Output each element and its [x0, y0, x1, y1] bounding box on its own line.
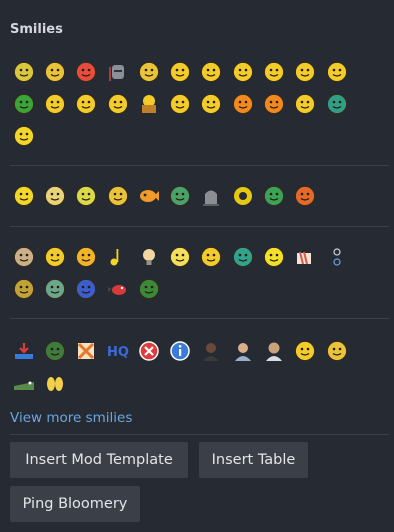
elf-smiley-icon[interactable]	[8, 273, 39, 305]
person-old-smiley-icon[interactable]	[258, 335, 289, 367]
happy-smiley-icon[interactable]	[102, 88, 133, 120]
smilies-group-1	[8, 56, 378, 152]
svg-text:HQ: HQ	[107, 345, 129, 360]
arm-smiley-icon[interactable]	[290, 241, 321, 273]
graduate-smiley-icon[interactable]	[133, 56, 164, 88]
fish-smiley-icon[interactable]	[133, 180, 164, 212]
insert-mod-template-button[interactable]: Insert Mod Template	[10, 442, 188, 478]
pirate-smiley-icon[interactable]	[290, 180, 321, 212]
smile-wide-smiley-icon[interactable]	[164, 241, 195, 273]
bird-yellow-smiley-icon[interactable]	[321, 335, 352, 367]
knight-smiley-icon[interactable]	[102, 56, 133, 88]
tombstone-smiley-icon[interactable]	[196, 180, 227, 212]
goblin-smiley-icon[interactable]	[39, 335, 70, 367]
nerd-shades-smiley-icon[interactable]	[102, 180, 133, 212]
info-smiley-icon[interactable]	[164, 335, 195, 367]
smilies-row	[8, 56, 378, 88]
grin-smiley-icon[interactable]	[39, 88, 70, 120]
red-bird-smiley-icon[interactable]	[102, 273, 133, 305]
teal-face-smiley-icon[interactable]	[227, 241, 258, 273]
divider	[10, 165, 389, 166]
green-face-smiley-icon[interactable]	[133, 273, 164, 305]
smilies-row	[8, 180, 378, 212]
sad-smiley-icon[interactable]	[71, 88, 102, 120]
smilies-row	[8, 88, 378, 120]
teeth-smiley-icon[interactable]	[321, 88, 352, 120]
crocodile-smiley-icon[interactable]	[8, 367, 39, 399]
blush-smiley-icon[interactable]	[290, 335, 321, 367]
blob-smiley-icon[interactable]	[39, 273, 70, 305]
unsure-smiley-icon[interactable]	[196, 88, 227, 120]
confused-smiley-icon[interactable]	[196, 56, 227, 88]
person-fair-smiley-icon[interactable]	[227, 335, 258, 367]
donut-smiley-icon[interactable]	[227, 180, 258, 212]
smilies-row: HQ	[8, 335, 378, 367]
smilies-heading: Smilies	[10, 22, 63, 37]
sleepy-smiley-icon[interactable]	[39, 56, 70, 88]
smilies-group-3	[8, 241, 378, 305]
smilies-row	[8, 241, 378, 273]
smirk-smiley-icon[interactable]	[196, 241, 227, 273]
chick-smiley-icon[interactable]	[258, 241, 289, 273]
worried-smiley-icon[interactable]	[164, 88, 195, 120]
spark-smiley-icon[interactable]	[321, 241, 352, 273]
tongue-smiley-icon[interactable]	[321, 56, 352, 88]
view-more-smilies-link[interactable]: View more smilies	[10, 410, 132, 426]
wizard-smiley-icon[interactable]	[8, 56, 39, 88]
divider	[10, 226, 389, 227]
skull-smiley-icon[interactable]	[8, 241, 39, 273]
smilies-group-4: HQ	[8, 335, 378, 399]
reader-smiley-icon[interactable]	[133, 88, 164, 120]
blue-face-smiley-icon[interactable]	[71, 273, 102, 305]
smilies-row	[8, 120, 378, 152]
mad-smiley-icon[interactable]	[258, 88, 289, 120]
smilies-row	[8, 273, 378, 305]
kiss-smiley-icon[interactable]	[71, 56, 102, 88]
king-smiley-icon[interactable]	[39, 241, 70, 273]
smilies-panel: Smilies HQ View more smilies Insert Mod …	[0, 0, 394, 532]
note-smiley-icon[interactable]	[102, 241, 133, 273]
no-smiley-icon[interactable]	[133, 335, 164, 367]
neutral-smiley-icon[interactable]	[290, 88, 321, 120]
download-smiley-icon[interactable]	[8, 335, 39, 367]
sick-smiley-icon[interactable]	[258, 180, 289, 212]
hands-smiley-icon[interactable]	[39, 367, 70, 399]
smilies-group-2	[8, 180, 378, 212]
smilies-row	[8, 367, 378, 399]
smile-smiley-icon[interactable]	[290, 56, 321, 88]
alien-frog-smiley-icon[interactable]	[164, 180, 195, 212]
bee-smiley-icon[interactable]	[8, 120, 39, 152]
person-dark-smiley-icon[interactable]	[196, 335, 227, 367]
bulb-smiley-icon[interactable]	[133, 241, 164, 273]
meh-smiley-icon[interactable]	[39, 180, 70, 212]
angry-smiley-icon[interactable]	[227, 88, 258, 120]
cool-smiley-icon[interactable]	[164, 56, 195, 88]
divider	[10, 434, 389, 435]
nerd-green-smiley-icon[interactable]	[71, 180, 102, 212]
insert-table-button[interactable]: Insert Table	[199, 442, 308, 478]
frog-smiley-icon[interactable]	[8, 88, 39, 120]
surprised-smiley-icon[interactable]	[227, 56, 258, 88]
cross-out-smiley-icon[interactable]	[71, 335, 102, 367]
hq-smiley-icon[interactable]: HQ	[102, 335, 133, 367]
ghost-bee-smiley-icon[interactable]	[8, 180, 39, 212]
nerd-smiley-icon[interactable]	[258, 56, 289, 88]
divider	[10, 318, 389, 319]
ping-bloomery-button[interactable]: Ping Bloomery	[10, 486, 140, 522]
hand-point-smiley-icon[interactable]	[71, 241, 102, 273]
